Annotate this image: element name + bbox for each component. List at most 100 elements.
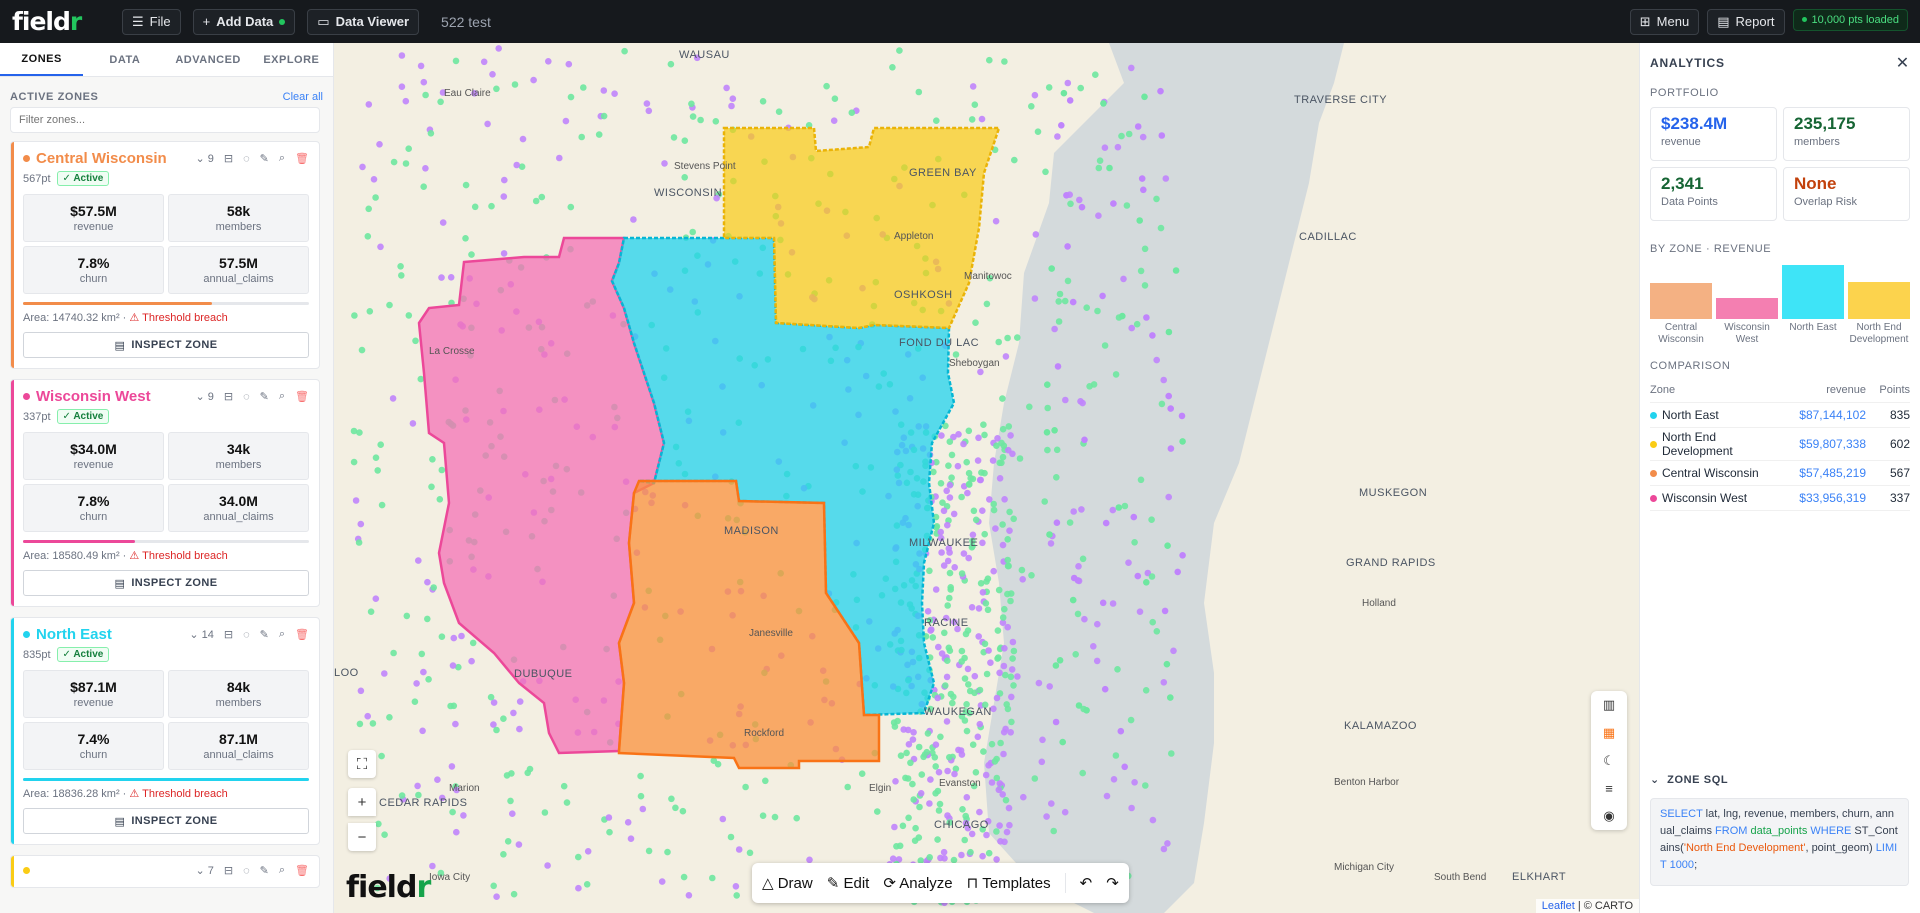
- data-viewer-button[interactable]: ▭ Data Viewer: [307, 8, 420, 35]
- revenue-bar[interactable]: [1848, 281, 1910, 319]
- table-row[interactable]: North End Development $59,807,338 602: [1650, 428, 1910, 461]
- visibility-eye-icon[interactable]: ◉: [1603, 808, 1614, 824]
- map-attribution: Leaflet | © CARTO: [1535, 899, 1639, 913]
- dark-mode-icon[interactable]: ☾: [1603, 753, 1615, 769]
- filter-zones-input[interactable]: [10, 107, 320, 133]
- bar-label: North End Development: [1849, 322, 1909, 345]
- lock-icon[interactable]: ⊟: [224, 152, 233, 165]
- pencil-icon[interactable]: ✎: [260, 152, 269, 165]
- chevron-down-icon[interactable]: ⌄ 9: [195, 152, 213, 165]
- layers-color-icon[interactable]: ▦: [1603, 725, 1615, 741]
- metric-members: 84k members: [168, 670, 309, 718]
- table-row[interactable]: North East $87,144,102 835: [1650, 403, 1910, 428]
- map-place-label: Benton Harbor: [1334, 777, 1400, 788]
- undo-button[interactable]: ↶: [1080, 874, 1093, 892]
- delete-icon[interactable]: 🗑: [295, 152, 309, 165]
- app-logo[interactable]: fieldr: [12, 7, 92, 36]
- status-dot-icon: [1801, 17, 1807, 22]
- tab-advanced[interactable]: ADVANCED: [167, 43, 250, 76]
- grid-icon: ⊞: [1639, 13, 1651, 29]
- revenue-bar[interactable]: [1716, 297, 1778, 319]
- analyze-icon: ⟳: [883, 875, 900, 892]
- revenue-bar[interactable]: [1782, 265, 1844, 319]
- analyze-tool-button[interactable]: ⟳ Analyze: [883, 874, 952, 892]
- add-data-button[interactable]: + Add Data: [192, 8, 296, 35]
- map-place-label: Manitowoc: [964, 271, 1012, 282]
- by-zone-heading: BY ZONE · REVENUE: [1650, 243, 1772, 255]
- fullscreen-button[interactable]: ⛶: [348, 750, 376, 778]
- zone-card[interactable]: North East ⌄ 14 ⊟ ◌ ✎ ⌕ 🗑 835pt ✓ Active …: [10, 617, 320, 845]
- close-icon[interactable]: ✕: [1896, 53, 1910, 73]
- pencil-icon[interactable]: ✎: [260, 864, 269, 877]
- map-place-label: Rockford: [744, 728, 784, 739]
- basemap-icon[interactable]: ▥: [1603, 697, 1615, 713]
- zone-color-bar: [11, 618, 14, 844]
- lock-icon[interactable]: ⊟: [224, 864, 233, 877]
- visibility-icon[interactable]: ◌: [243, 865, 250, 877]
- zone-card[interactable]: ⌄ 7 ⊟ ◌ ✎ ⌕ 🗑: [10, 855, 320, 888]
- chevron-down-icon[interactable]: ⌄ 7: [195, 864, 213, 877]
- search-icon[interactable]: ⌕: [279, 152, 285, 165]
- table-row[interactable]: Central Wisconsin $57,485,219 567: [1650, 461, 1910, 486]
- tab-zones[interactable]: ZONES: [0, 43, 84, 76]
- search-icon[interactable]: ⌕: [279, 864, 285, 877]
- zone-name[interactable]: North East: [36, 626, 112, 643]
- zone-card[interactable]: Wisconsin West ⌄ 9 ⊟ ◌ ✎ ⌕ 🗑 337pt ✓ Acti…: [10, 379, 320, 607]
- zone-color-bar: [11, 856, 14, 887]
- leaflet-link[interactable]: Leaflet: [1542, 900, 1575, 912]
- visibility-icon[interactable]: ◌: [243, 629, 250, 641]
- pencil-icon: ✎: [826, 875, 844, 892]
- file-menu-button[interactable]: ☰ File: [122, 8, 181, 35]
- search-icon[interactable]: ⌕: [279, 390, 285, 403]
- draw-tool-button[interactable]: △ Draw: [762, 874, 813, 892]
- map-canvas[interactable]: WAUSAU Eau Claire Stevens Point WISCONSIN GR…: [334, 43, 1639, 913]
- zone-points: 337pt: [23, 410, 51, 423]
- visibility-icon[interactable]: ◌: [243, 153, 250, 165]
- panel-tabs: ZONES DATA ADVANCED EXPLORE: [0, 43, 333, 77]
- chevron-down-icon[interactable]: ⌄ 9: [195, 390, 213, 403]
- map-place-label: RACINE: [924, 617, 969, 629]
- pencil-icon[interactable]: ✎: [260, 628, 269, 641]
- inspect-zone-button[interactable]: ▤ INSPECT ZONE: [23, 332, 309, 358]
- zoom-in-button[interactable]: +: [348, 788, 376, 816]
- zone-card[interactable]: Central Wisconsin ⌄ 9 ⊟ ◌ ✎ ⌕ 🗑 567pt ✓ A…: [10, 141, 320, 369]
- legend-icon[interactable]: ≡: [1605, 781, 1613, 796]
- map-view[interactable]: WAUSAU Eau Claire Stevens Point WISCONSIN GR…: [334, 43, 1639, 913]
- tab-explore[interactable]: EXPLORE: [250, 43, 333, 76]
- zone-progress-bar: [23, 778, 309, 781]
- menu-button[interactable]: ⊞ Menu: [1629, 8, 1700, 35]
- zoom-out-button[interactable]: −: [348, 823, 376, 851]
- pencil-icon[interactable]: ✎: [260, 390, 269, 403]
- map-place-label: KALAMAZOO: [1344, 720, 1417, 732]
- delete-icon[interactable]: 🗑: [295, 390, 309, 403]
- zone-dot-icon: [1650, 494, 1657, 502]
- zone-dot-icon: [1650, 411, 1657, 419]
- chevron-down-icon[interactable]: ⌄ 14: [189, 628, 214, 641]
- metric-annual-claims: 57.5M annual_claims: [168, 246, 309, 294]
- zone-area: Area: 14740.32 km² · ⚠ Threshold breach: [23, 312, 228, 324]
- lock-icon[interactable]: ⊟: [224, 628, 233, 641]
- delete-icon[interactable]: 🗑: [295, 628, 309, 641]
- tab-data[interactable]: DATA: [83, 43, 166, 76]
- zone-name[interactable]: Central Wisconsin: [36, 150, 167, 167]
- search-icon[interactable]: ⌕: [279, 628, 285, 641]
- lock-icon[interactable]: ⊟: [224, 390, 233, 403]
- analytics-panel: ANALYTICS ✕ PORTFOLIO $238.4M revenue 235,…: [1639, 43, 1920, 913]
- inspect-zone-button[interactable]: ▤ INSPECT ZONE: [23, 570, 309, 596]
- kpi-card: None Overlap Risk: [1783, 167, 1910, 221]
- inspect-zone-button[interactable]: ▤ INSPECT ZONE: [23, 808, 309, 834]
- zone-name[interactable]: Wisconsin West: [36, 388, 151, 405]
- clear-all-link[interactable]: Clear all: [283, 91, 323, 103]
- templates-tool-button[interactable]: ⊓ Templates: [967, 874, 1051, 892]
- metric-annual-claims: 34.0M annual_claims: [168, 484, 309, 532]
- redo-button[interactable]: ↷: [1106, 874, 1119, 892]
- revenue-bar[interactable]: [1650, 283, 1712, 319]
- zone-points: 835pt: [23, 648, 51, 661]
- edit-tool-button[interactable]: ✎ Edit: [827, 874, 870, 892]
- zone-sql-toggle[interactable]: ⌄ ZONE SQL: [1650, 773, 1728, 786]
- visibility-icon[interactable]: ◌: [243, 391, 250, 403]
- report-button[interactable]: ▤ Report: [1707, 8, 1785, 35]
- status-badge: ✓ Active: [56, 409, 110, 424]
- delete-icon[interactable]: 🗑: [295, 864, 309, 877]
- table-row[interactable]: Wisconsin West $33,956,319 337: [1650, 486, 1910, 511]
